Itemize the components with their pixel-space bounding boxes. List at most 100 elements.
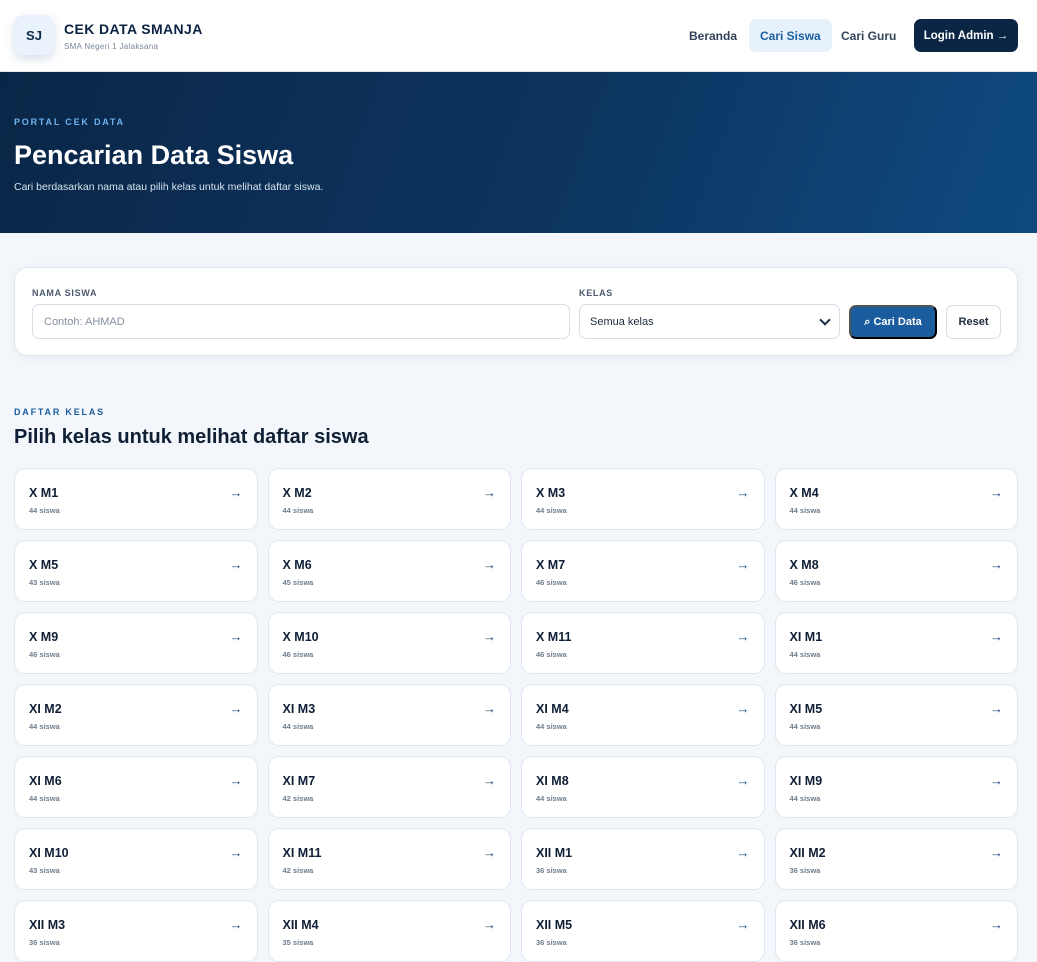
- student-count: 43 siswa: [29, 578, 60, 587]
- class-card[interactable]: XI M5 44 siswa →: [774, 684, 1018, 746]
- class-name: XI M8: [536, 774, 569, 788]
- page-title: Pencarian Data Siswa: [14, 140, 294, 170]
- class-name: XI M4: [536, 702, 569, 716]
- class-name: X M7: [536, 558, 566, 572]
- top-navbar: SJ CEK DATA SMANJA SMA Negeri 1 Jalaksan…: [0, 0, 1037, 72]
- student-count: 44 siswa: [282, 506, 314, 515]
- class-name: XII M1: [536, 846, 573, 860]
- class-card[interactable]: XII M1 36 siswa →: [521, 828, 765, 890]
- arrow-right-icon: →: [483, 917, 496, 932]
- arrow-right-icon: →: [990, 629, 1003, 644]
- class-card[interactable]: XI M11 42 siswa →: [267, 828, 511, 890]
- class-card[interactable]: XII M3 36 siswa →: [14, 900, 258, 962]
- arrow-right-icon: →: [229, 485, 243, 500]
- student-count: 44 siswa: [789, 722, 821, 731]
- student-count: 46 siswa: [536, 650, 567, 659]
- search-form: NAMA SISWA KELAS Semua kelas ⌕ Cari Data…: [14, 267, 1018, 356]
- arrow-right-icon: →: [483, 485, 496, 500]
- student-count: 44 siswa: [789, 650, 821, 659]
- class-card[interactable]: X M2 44 siswa →: [267, 468, 511, 530]
- student-count: 36 siswa: [29, 938, 60, 947]
- student-count: 44 siswa: [536, 506, 567, 515]
- class-card[interactable]: XII M2 36 siswa →: [774, 828, 1018, 890]
- class-name: XII M5: [536, 918, 573, 932]
- student-count: 44 siswa: [789, 794, 821, 803]
- student-count: 44 siswa: [29, 506, 60, 515]
- reset-button[interactable]: Reset: [946, 305, 1001, 339]
- class-card[interactable]: X M4 44 siswa →: [774, 468, 1018, 530]
- student-count: 44 siswa: [29, 794, 60, 803]
- class-name: X M5: [29, 558, 59, 572]
- chevron-down-icon: [819, 313, 831, 326]
- class-name: XI M2: [29, 702, 62, 716]
- class-card[interactable]: XI M3 44 siswa →: [267, 684, 511, 746]
- class-card[interactable]: X M1 44 siswa →: [14, 468, 258, 530]
- class-card[interactable]: XII M4 35 siswa →: [267, 900, 511, 962]
- student-name-label: NAMA SISWA: [32, 288, 98, 298]
- class-card[interactable]: XI M8 44 siswa →: [521, 756, 765, 818]
- student-count: 44 siswa: [536, 794, 567, 803]
- arrow-right-icon: →: [736, 557, 750, 572]
- class-card[interactable]: X M8 46 siswa →: [774, 540, 1018, 602]
- arrow-right-icon: →: [736, 917, 750, 932]
- arrow-right-icon: →: [229, 773, 243, 788]
- class-card[interactable]: XI M10 43 siswa →: [14, 828, 258, 890]
- class-name: X M1: [29, 486, 59, 500]
- student-count: 35 siswa: [282, 938, 314, 947]
- class-name: X M4: [789, 486, 819, 500]
- student-count: 44 siswa: [789, 506, 821, 515]
- student-count: 46 siswa: [536, 578, 567, 587]
- brand-title[interactable]: CEK DATA SMANJA: [64, 21, 203, 37]
- class-name: XI M10: [29, 846, 69, 860]
- class-card[interactable]: XII M5 36 siswa →: [521, 900, 765, 962]
- nav-beranda[interactable]: Beranda: [678, 19, 748, 52]
- student-name-input[interactable]: [32, 304, 570, 339]
- class-name: XI M7: [282, 774, 316, 788]
- class-name: XII M4: [282, 918, 319, 932]
- arrow-right-icon: →: [736, 485, 750, 500]
- class-card[interactable]: XI M4 44 siswa →: [521, 684, 765, 746]
- class-name: X M11: [536, 630, 572, 644]
- class-card[interactable]: XI M9 44 siswa →: [774, 756, 1018, 818]
- class-name: XI M1: [789, 630, 823, 644]
- class-card[interactable]: X M11 46 siswa →: [521, 612, 765, 674]
- nav-cari-siswa[interactable]: Cari Siswa: [749, 19, 832, 52]
- arrow-right-icon: →: [229, 629, 243, 644]
- class-card[interactable]: XII M6 36 siswa →: [774, 900, 1018, 962]
- student-count: 43 siswa: [29, 866, 60, 875]
- class-name: X M9: [29, 630, 59, 644]
- class-card[interactable]: X M9 46 siswa →: [14, 612, 258, 674]
- student-count: 46 siswa: [789, 578, 821, 587]
- arrow-right-icon: →: [483, 701, 496, 716]
- search-button[interactable]: ⌕ Cari Data: [849, 305, 937, 339]
- class-card[interactable]: X M6 45 siswa →: [267, 540, 511, 602]
- class-name: XI M11: [282, 846, 322, 860]
- nav-cari-guru[interactable]: Cari Guru: [830, 19, 907, 52]
- student-count: 36 siswa: [536, 938, 567, 947]
- class-card[interactable]: X M3 44 siswa →: [521, 468, 765, 530]
- class-name: X M6: [282, 558, 312, 572]
- student-count: 42 siswa: [282, 794, 314, 803]
- class-card[interactable]: X M7 46 siswa →: [521, 540, 765, 602]
- class-card[interactable]: XI M6 44 siswa →: [14, 756, 258, 818]
- class-card[interactable]: XI M2 44 siswa →: [14, 684, 258, 746]
- class-select[interactable]: Semua kelas: [579, 304, 840, 339]
- section-kicker: DAFTAR KELAS: [14, 407, 105, 417]
- class-card[interactable]: X M5 43 siswa →: [14, 540, 258, 602]
- student-count: 44 siswa: [282, 722, 314, 731]
- arrow-right-icon: →: [736, 773, 750, 788]
- arrow-right-icon: →: [990, 773, 1003, 788]
- class-card[interactable]: X M10 46 siswa →: [267, 612, 511, 674]
- class-name: XI M6: [29, 774, 62, 788]
- class-name: XI M3: [282, 702, 316, 716]
- arrow-right-icon: →: [229, 557, 243, 572]
- school-logo[interactable]: SJ: [14, 15, 54, 55]
- login-admin-button[interactable]: Login Admin →: [914, 19, 1018, 52]
- class-card[interactable]: XI M7 42 siswa →: [267, 756, 511, 818]
- class-card[interactable]: XI M1 44 siswa →: [774, 612, 1018, 674]
- class-name: XII M3: [29, 918, 66, 932]
- arrow-right-icon: →: [990, 485, 1003, 500]
- arrow-right-icon: →: [736, 845, 750, 860]
- student-count: 46 siswa: [29, 650, 60, 659]
- arrow-right-icon: →: [736, 701, 750, 716]
